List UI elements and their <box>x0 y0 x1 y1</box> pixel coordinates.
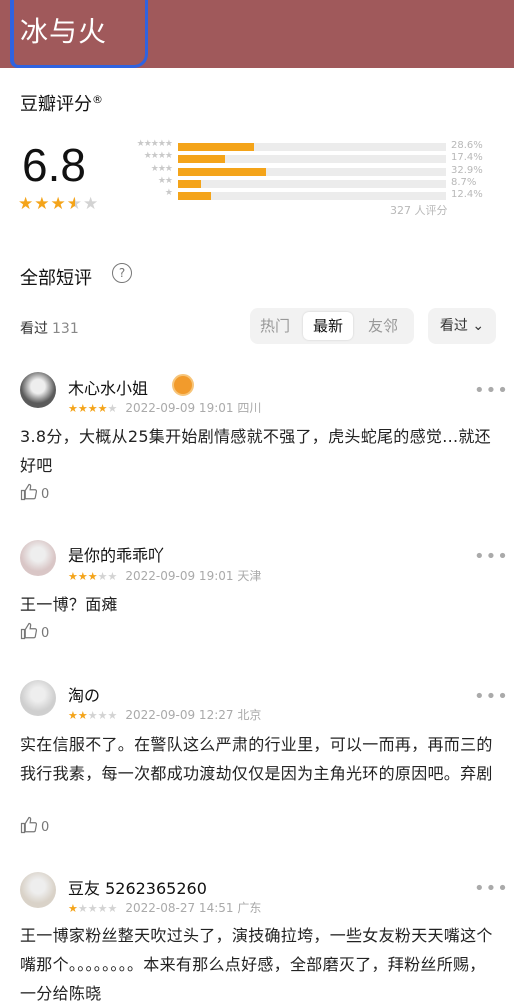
highlight-annotation <box>10 0 148 68</box>
rating-total: 327 人评分 <box>390 204 448 217</box>
like-count: 0 <box>41 487 50 502</box>
review-stars: ★★★★★ <box>68 402 118 415</box>
distribution-bar <box>178 179 202 188</box>
distribution-row: ★★★ 32.9% <box>116 163 491 178</box>
distribution-stars: ★★★★ <box>143 151 173 162</box>
like-button[interactable]: 0 <box>20 483 49 502</box>
distribution-row: ★★★★ 17.4% <box>116 151 491 165</box>
tab-latest[interactable]: 最新 <box>303 312 353 340</box>
review-stars: ★★★★★ <box>68 570 118 583</box>
filter-dropdown[interactable]: 看过 ⌄ <box>428 308 496 344</box>
distribution-percent: 28.6% <box>451 140 483 151</box>
more-options-icon[interactable]: ••• <box>474 878 509 899</box>
more-options-icon[interactable]: ••• <box>474 686 509 707</box>
avatar[interactable] <box>20 680 56 716</box>
chevron-down-icon: ⌄ <box>472 318 485 334</box>
review-text: 王一博家粉丝整天吹过头了，演技确拉垮，一些女友粉天天嘴这个嘴那个。。。。。。。。… <box>20 926 493 1003</box>
review-text: 3.8分，大概从25集开始剧情感就不强了，虎头蛇尾的感觉...就还好吧 <box>20 427 491 475</box>
tab-hot[interactable]: 热门 <box>250 312 300 340</box>
distribution-stars: ★★★ <box>150 163 173 174</box>
review-stars: ★★★★★ <box>68 709 118 722</box>
distribution-bar <box>178 155 225 164</box>
avatar[interactable] <box>20 540 56 576</box>
review-meta: ★★★★★ 2022-08-27 14:51 广东 <box>68 901 262 915</box>
distribution-bar-track <box>178 192 446 201</box>
distribution-row: ★★ 8.7% <box>116 175 491 190</box>
more-options-icon[interactable]: ••• <box>474 546 509 567</box>
distribution-stars: ★ <box>164 188 173 199</box>
distribution-bar <box>178 167 266 176</box>
distribution-bar-track <box>178 179 446 188</box>
distribution-percent: 32.9% <box>451 164 483 176</box>
filter-label: 看过 <box>439 318 468 334</box>
distribution-percent: 17.4% <box>451 152 483 164</box>
thumbs-up-icon <box>20 816 38 834</box>
seen-count: 看过 131 <box>20 321 79 337</box>
avatar[interactable] <box>20 372 56 408</box>
review-username[interactable]: 是你的乖乖吖 <box>68 542 164 566</box>
distribution-row: ★ 12.4% <box>116 188 491 202</box>
thumbs-up-icon <box>20 483 38 501</box>
review-username[interactable]: 木心水小姐 <box>68 375 148 399</box>
distribution-bar <box>178 143 255 151</box>
distribution-row: ★★★★★ 28.6% <box>116 139 491 153</box>
tab-friends[interactable]: 友邻 <box>358 312 408 340</box>
distribution-percent: 12.4% <box>451 189 483 201</box>
review-text: 王一博？面瘫 <box>20 595 118 614</box>
review-stars: ★★★★★ <box>68 902 118 915</box>
distribution-bar <box>178 192 212 201</box>
like-count: 0 <box>41 626 50 641</box>
sort-tabs: 热门 最新 友邻 <box>250 308 414 344</box>
review-username[interactable]: 淘の <box>68 682 100 706</box>
review-meta: ★★★★★ 2022-09-09 19:01 四川 <box>68 401 262 415</box>
distribution-stars: ★★ <box>157 175 173 186</box>
avatar[interactable] <box>20 872 56 908</box>
more-options-icon[interactable]: ••• <box>474 380 509 401</box>
distribution-bar-track <box>178 167 446 176</box>
review-meta: ★★★★★ 2022-09-09 12:27 北京 <box>68 708 262 722</box>
review-text: 实在信服不了。在警队这么严肃的行业里，可以一而再，再而三的我行我素，每一次都成功… <box>20 735 493 783</box>
header-bar: 冰与火 <box>0 0 514 68</box>
distribution-bar-track <box>178 155 446 164</box>
member-badge-icon <box>172 374 194 396</box>
distribution-bar-track <box>178 143 446 151</box>
distribution-stars: ★★★★★ <box>136 139 173 149</box>
thumbs-up-icon <box>20 622 38 640</box>
distribution-percent: 8.7% <box>451 176 477 188</box>
question-circle-icon[interactable]: ? <box>112 263 132 283</box>
review-meta: ★★★★★ 2022-09-09 19:01 天津 <box>68 569 262 583</box>
rating-score: 6.8 <box>22 139 86 191</box>
review-username[interactable]: 豆友 5262365260 <box>68 875 207 899</box>
like-count: 0 <box>41 820 50 835</box>
reviews-section-title: 全部短评 <box>20 268 92 289</box>
rating-section-title: 豆瓣评分® <box>20 93 103 115</box>
like-button[interactable]: 0 <box>20 622 49 641</box>
rating-stars: ★★★★★ <box>18 194 100 214</box>
like-button[interactable]: 0 <box>20 816 49 835</box>
